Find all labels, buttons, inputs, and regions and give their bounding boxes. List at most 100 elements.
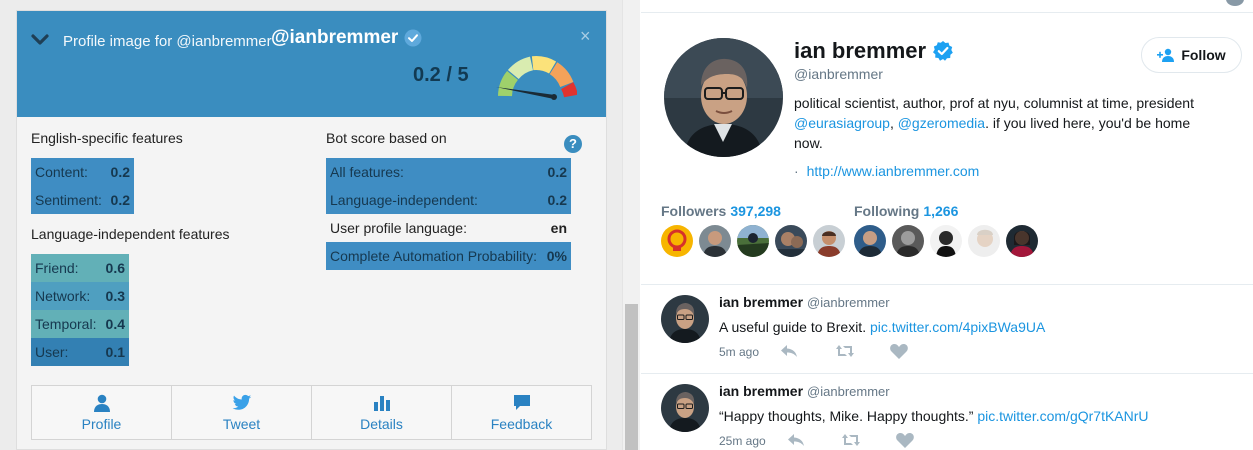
follower-avatar[interactable]	[775, 225, 807, 257]
language-independent-features-title: Language-independent features	[31, 226, 230, 242]
tweet-author-handle: @ianbremmer	[807, 295, 890, 310]
following-avatar[interactable]	[930, 225, 962, 257]
website-link[interactable]: http://www.ianbremmer.com	[807, 163, 980, 179]
top-avatar-fragment	[1226, 0, 1244, 6]
score-label: All features:	[330, 164, 404, 180]
feature-value: 0.2	[110, 192, 130, 208]
bar-chart-icon	[373, 396, 390, 411]
verified-badge-icon	[404, 29, 422, 47]
tweet-avatar[interactable]	[661, 384, 709, 432]
feature-value: 0.3	[105, 288, 125, 304]
scrollbar-thumb[interactable]	[625, 304, 638, 450]
following-number: 1,266	[923, 203, 959, 219]
retweet-icon[interactable]	[841, 431, 861, 449]
feature-value: 0.1	[105, 344, 125, 360]
feature-label: Friend:	[35, 260, 79, 276]
chevron-down-icon[interactable]	[31, 31, 49, 49]
botometer-handle: @ianbremmer	[271, 27, 422, 49]
tweet-body: A useful guide to Brexit.	[719, 319, 867, 335]
tab-feedback[interactable]: Feedback	[452, 386, 591, 439]
feature-row-content: Content: 0.2	[31, 158, 134, 186]
botometer-handle-text: @ianbremmer	[271, 27, 399, 48]
feature-label: Content:	[35, 164, 88, 180]
tweet-author-name: ian bremmer	[719, 383, 804, 399]
score-value: 0%	[546, 248, 567, 264]
feature-row-network: Network: 0.3	[31, 282, 129, 310]
feature-row-temporal: Temporal: 0.4	[31, 310, 129, 338]
bot-score-list: All features: 0.2 Language-independent: …	[326, 158, 571, 270]
like-icon[interactable]	[895, 431, 915, 449]
bio-link-eurasiagroup[interactable]: @eurasiagroup	[794, 115, 890, 131]
screen: Profile image for @ianbremmer @ianbremme…	[0, 0, 1253, 450]
verified-badge-icon	[933, 41, 953, 61]
following-count[interactable]: Following 1,266	[854, 203, 958, 219]
followers-number: 397,298	[730, 203, 781, 219]
tweet-link[interactable]: pic.twitter.com/gQr7tKANrU	[977, 408, 1148, 424]
following-avatar[interactable]	[968, 225, 1000, 257]
reply-icon[interactable]	[779, 342, 799, 360]
feature-value: 0.6	[105, 260, 125, 276]
follow-button[interactable]: Follow	[1141, 37, 1242, 73]
feature-row-friend: Friend: 0.6	[31, 254, 129, 282]
score-value: 0.2	[547, 192, 567, 208]
close-icon[interactable]: ×	[580, 26, 591, 47]
profile-handle: @ianbremmer	[794, 66, 883, 82]
profile-avatar[interactable]	[664, 38, 783, 157]
following-avatar[interactable]	[1006, 225, 1038, 257]
tweet-author[interactable]: ian bremmer @ianbremmer	[719, 383, 890, 399]
score-value: 0.2	[547, 164, 567, 180]
feature-label: Network:	[35, 288, 91, 304]
follower-avatar[interactable]	[813, 225, 845, 257]
twitter-bird-icon	[232, 394, 251, 410]
english-features-list: Content: 0.2 Sentiment: 0.2	[31, 158, 134, 214]
tweet-timestamp[interactable]: 25m ago	[719, 434, 766, 448]
score-row-language-independent: Language-independent: 0.2	[326, 186, 571, 214]
follower-avatar[interactable]	[699, 225, 731, 257]
follower-avatar[interactable]	[661, 225, 693, 257]
bot-score-title: Bot score based on	[326, 130, 447, 146]
speech-bubble-icon	[513, 395, 530, 410]
score-label: Complete Automation Probability:	[330, 248, 537, 264]
retweet-icon[interactable]	[835, 342, 855, 360]
tab-tweet[interactable]: Tweet	[172, 386, 312, 439]
tweets-divider	[641, 284, 1253, 285]
botometer-header: Profile image for @ianbremmer @ianbremme…	[17, 11, 606, 117]
feature-label: Temporal:	[35, 316, 97, 332]
bio-text: political scientist, author, prof at nyu…	[794, 95, 1194, 111]
gauge-segment-green	[498, 70, 519, 97]
tab-details[interactable]: Details	[312, 386, 452, 439]
gauge-segment-lightgreen	[507, 56, 534, 80]
like-icon[interactable]	[889, 342, 909, 360]
followers-count[interactable]: Followers 397,298	[661, 203, 781, 219]
following-avatar[interactable]	[892, 225, 924, 257]
bio-comma: ,	[889, 115, 894, 131]
bio-link-gzeromedia[interactable]: @gzeromedia	[898, 115, 985, 131]
following-label: Following	[854, 203, 920, 219]
tab-feedback-label: Feedback	[490, 416, 553, 432]
feature-label: User:	[35, 344, 69, 360]
profile-bio: political scientist, author, prof at nyu…	[794, 93, 1214, 153]
tweet-body: “Happy thoughts, Mike. Happy thoughts.”	[719, 408, 974, 424]
tweet-link[interactable]: pic.twitter.com/4pixBWa9UA	[870, 319, 1045, 335]
tweet-text: “Happy thoughts, Mike. Happy thoughts.” …	[719, 408, 1149, 424]
english-features-title: English-specific features	[31, 130, 183, 146]
tab-profile[interactable]: Profile	[32, 386, 172, 439]
profile-image-caption: Profile image for @ianbremmer	[63, 33, 272, 50]
tab-details-label: Details	[360, 416, 403, 432]
bot-score-text: 0.2 / 5	[413, 64, 469, 86]
follower-avatar[interactable]	[737, 225, 769, 257]
website-bullet: ·	[794, 163, 799, 179]
tweet-timestamp[interactable]: 5m ago	[719, 345, 759, 359]
tweet-author[interactable]: ian bremmer @ianbremmer	[719, 294, 890, 310]
help-icon[interactable]: ?	[564, 135, 582, 153]
following-avatar[interactable]	[854, 225, 886, 257]
tweet-avatar[interactable]	[661, 295, 709, 343]
follow-button-label: Follow	[1181, 47, 1226, 63]
score-row-all-features: All features: 0.2	[326, 158, 571, 186]
tweet-text: A useful guide to Brexit. pic.twitter.co…	[719, 319, 1045, 335]
profile-name-text: ian bremmer	[794, 38, 927, 63]
tab-tweet-label: Tweet	[222, 416, 261, 432]
tweet-author-name: ian bremmer	[719, 294, 804, 310]
followers-label: Followers	[661, 203, 727, 219]
reply-icon[interactable]	[786, 431, 806, 449]
